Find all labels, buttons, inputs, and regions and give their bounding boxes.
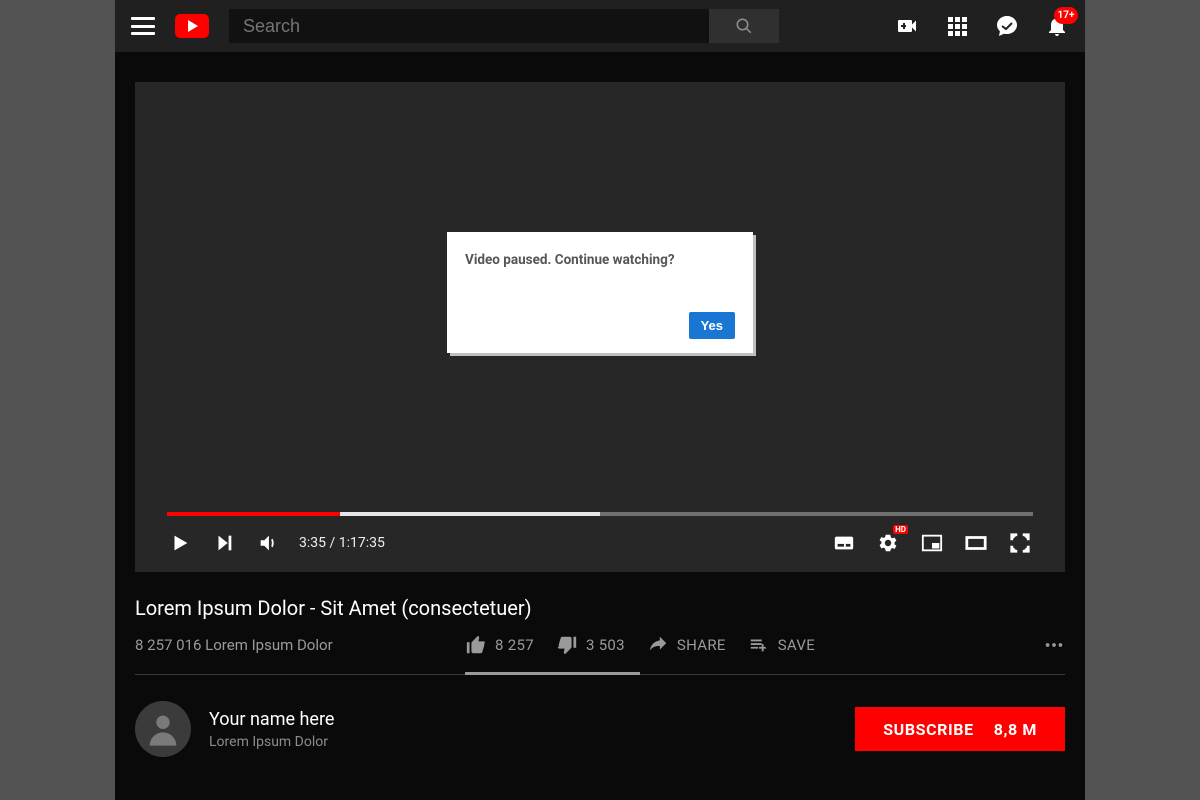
create-video-button[interactable] — [895, 14, 919, 38]
settings-button[interactable]: HD — [875, 530, 901, 556]
fullscreen-button[interactable] — [1007, 530, 1033, 556]
subscriber-count: 8,8 M — [994, 720, 1037, 739]
pause-dialog: Video paused. Continue watching? Yes — [447, 232, 753, 353]
fullscreen-icon — [1009, 532, 1031, 554]
theater-icon — [965, 532, 987, 554]
search-input[interactable] — [229, 9, 709, 43]
share-label: SHARE — [677, 636, 726, 654]
menu-icon[interactable] — [131, 17, 155, 35]
subscribe-button[interactable]: SUBSCRIBE 8,8 M — [855, 707, 1065, 751]
play-icon — [169, 532, 191, 554]
video-meta: Lorem Ipsum Dolor - Sit Amet (consectetu… — [135, 596, 1065, 757]
chat-icon — [995, 14, 1019, 38]
more-icon — [1043, 634, 1065, 656]
hd-badge: HD — [893, 525, 908, 534]
messages-button[interactable] — [995, 14, 1019, 38]
apps-button[interactable] — [945, 14, 969, 38]
logo-icon[interactable] — [175, 14, 209, 38]
like-button[interactable]: 8 257 — [465, 634, 534, 656]
subscribe-label: SUBSCRIBE — [883, 720, 973, 739]
search-box — [229, 9, 779, 43]
next-icon — [213, 532, 235, 554]
notification-badge: 17+ — [1054, 7, 1078, 24]
app-root: 17+ Video paused. Continue watching? Yes — [115, 0, 1085, 800]
dislike-button[interactable]: 3 503 — [556, 634, 625, 656]
like-count: 8 257 — [495, 636, 534, 654]
theater-button[interactable] — [963, 530, 989, 556]
topbar: 17+ — [115, 0, 1085, 52]
progress-bar[interactable] — [167, 512, 1033, 516]
miniplayer-icon — [921, 532, 943, 554]
more-actions-button[interactable] — [1043, 634, 1065, 656]
notifications-button[interactable]: 17+ — [1045, 14, 1069, 38]
action-buttons: 8 257 3 503 SHARE SAVE — [465, 634, 815, 656]
next-button[interactable] — [211, 530, 237, 556]
thumbs-down-icon — [556, 634, 578, 656]
thumbs-up-icon — [465, 634, 487, 656]
captions-icon — [833, 532, 855, 554]
channel-row: Your name here Lorem Ipsum Dolor SUBSCRI… — [135, 701, 1065, 757]
search-button[interactable] — [709, 9, 779, 43]
video-title: Lorem Ipsum Dolor - Sit Amet (consectetu… — [135, 596, 1065, 620]
share-icon — [647, 634, 669, 656]
volume-button[interactable] — [255, 530, 281, 556]
search-icon — [735, 17, 753, 35]
dislike-count: 3 503 — [586, 636, 625, 654]
player-area: Video paused. Continue watching? Yes — [135, 82, 1065, 572]
captions-button[interactable] — [831, 530, 857, 556]
video-player[interactable]: Video paused. Continue watching? Yes — [135, 82, 1065, 572]
channel-avatar[interactable] — [135, 701, 191, 757]
channel-desc: Lorem Ipsum Dolor — [209, 734, 334, 750]
meta-row: 8 257 016 Lorem Ipsum Dolor 8 257 3 503 … — [135, 634, 1065, 675]
grid-icon — [945, 14, 969, 38]
video-plus-icon — [895, 14, 919, 38]
played-bar — [167, 512, 340, 516]
playlist-add-icon — [748, 634, 770, 656]
continue-watching-button[interactable]: Yes — [689, 312, 735, 339]
avatar-icon — [143, 709, 183, 749]
save-button[interactable]: SAVE — [748, 634, 815, 656]
channel-text: Your name here Lorem Ipsum Dolor — [209, 709, 334, 750]
view-count: 8 257 016 Lorem Ipsum Dolor — [135, 636, 465, 654]
pause-dialog-text: Video paused. Continue watching? — [465, 252, 735, 268]
time-display: 3:35 / 1:17:35 — [299, 535, 385, 551]
sentiment-bar — [465, 672, 640, 675]
play-button[interactable] — [167, 530, 193, 556]
topbar-actions: 17+ — [895, 14, 1069, 38]
volume-icon — [257, 532, 279, 554]
share-button[interactable]: SHARE — [647, 634, 726, 656]
gear-icon — [877, 532, 899, 554]
channel-name[interactable]: Your name here — [209, 709, 334, 730]
save-label: SAVE — [778, 636, 815, 654]
miniplayer-button[interactable] — [919, 530, 945, 556]
player-controls: 3:35 / 1:17:35 HD — [167, 528, 1033, 558]
